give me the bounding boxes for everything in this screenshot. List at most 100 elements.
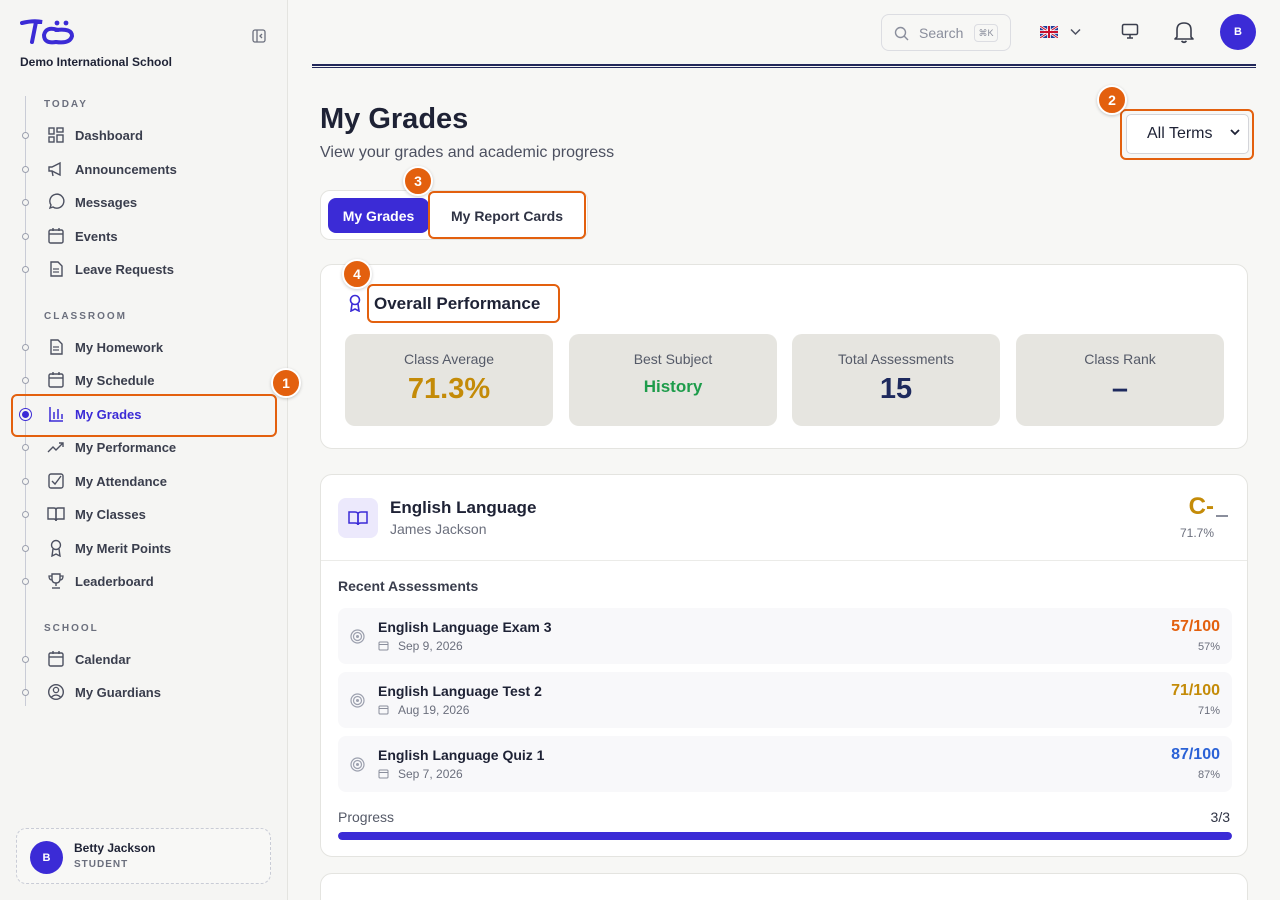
sidebar-item-label: Leaderboard xyxy=(75,573,154,589)
page-subtitle: View your grades and academic progress xyxy=(320,144,615,161)
calendar-icon xyxy=(378,641,389,651)
assessment-date: Aug 19, 2026 xyxy=(398,703,470,717)
sidebar: Demo International School TODAY Dashboar… xyxy=(0,0,288,900)
sidebar-item-label: My Attendance xyxy=(75,473,167,489)
sidebar-item-label: Events xyxy=(75,228,118,244)
search-placeholder: Search xyxy=(919,25,964,41)
chevron-down-icon xyxy=(1070,28,1081,36)
subject-name: English Language xyxy=(390,498,537,517)
sidebar-item-label: Announcements xyxy=(75,161,177,177)
document-icon xyxy=(50,261,63,277)
sidebar-item-label: Dashboard xyxy=(75,127,143,143)
page-title: My Grades xyxy=(320,103,469,135)
uk-flag-icon xyxy=(1040,26,1058,38)
assessment-row[interactable]: English Language Test 2 Aug 19, 2026 71/… xyxy=(338,672,1232,728)
user-name: Betty Jackson xyxy=(74,841,156,855)
sidebar-item-dashboard[interactable]: Dashboard xyxy=(0,120,288,150)
search-box[interactable]: Search ⌘K xyxy=(881,14,1011,51)
assessment-percent: 87% xyxy=(1197,769,1220,781)
collapse-icon[interactable] xyxy=(1216,515,1228,517)
recent-assessments-title: Recent Assessments xyxy=(338,578,479,594)
message-icon xyxy=(48,193,65,210)
assessment-row[interactable]: English Language Quiz 1 Sep 7, 2026 87/1… xyxy=(338,736,1232,792)
section-title-today: TODAY xyxy=(44,99,88,110)
sidebar-item-label: My Classes xyxy=(75,506,146,522)
user-profile-card[interactable]: B Betty Jackson STUDENT xyxy=(16,828,271,884)
school-logo[interactable] xyxy=(20,18,75,51)
nav-dot xyxy=(22,510,29,518)
stat-class-rank: Class Rank – xyxy=(1016,334,1224,426)
progress-fill xyxy=(338,832,1232,840)
sidebar-item-calendar[interactable]: Calendar xyxy=(0,644,288,674)
assessment-row[interactable]: English Language Exam 3 Sep 9, 2026 57/1… xyxy=(338,608,1232,664)
nav-dot xyxy=(22,198,29,206)
header-divider xyxy=(312,64,1256,68)
stat-total-assessments: Total Assessments 15 xyxy=(792,334,1000,426)
stat-class-average: Class Average 71.3% xyxy=(345,334,553,426)
nav-dot xyxy=(22,165,29,173)
dashboard-icon xyxy=(48,127,64,143)
stat-value: – xyxy=(1111,373,1129,405)
nav-dot xyxy=(22,376,29,384)
book-open-icon xyxy=(338,498,378,538)
nav-dot xyxy=(22,655,29,663)
target-icon xyxy=(350,629,365,644)
trending-up-icon xyxy=(47,442,64,453)
sidebar-item-leave-requests[interactable]: Leave Requests xyxy=(0,254,288,284)
avatar[interactable]: B xyxy=(1220,14,1256,50)
nav-dot xyxy=(22,131,29,139)
assessment-date: Sep 9, 2026 xyxy=(398,639,463,653)
school-name: Demo International School xyxy=(20,55,173,69)
sidebar-item-label: Calendar xyxy=(75,651,131,667)
nav-dot xyxy=(22,343,29,351)
sidebar-item-my-schedule[interactable]: My Schedule xyxy=(0,365,288,395)
bell-icon[interactable] xyxy=(1173,20,1195,44)
stat-label: Class Average xyxy=(403,351,494,367)
sidebar-item-messages[interactable]: Messages xyxy=(0,187,288,217)
assessment-date: Sep 7, 2026 xyxy=(398,767,463,781)
target-icon xyxy=(350,757,365,772)
stat-value: 71.3% xyxy=(407,373,491,405)
award-icon xyxy=(349,294,361,312)
annotation-marker: 1 xyxy=(271,368,301,398)
nav-dot xyxy=(22,232,29,240)
sidebar-item-my-attendance[interactable]: My Attendance xyxy=(0,466,288,496)
subject-card xyxy=(320,873,1248,900)
sidebar-item-label: My Performance xyxy=(75,439,177,455)
sidebar-item-my-guardians[interactable]: My Guardians xyxy=(0,677,288,707)
user-role: STUDENT xyxy=(74,859,129,870)
progress-label: Progress xyxy=(338,809,395,825)
subject-teacher: James Jackson xyxy=(390,521,487,537)
nav-dot xyxy=(22,443,29,451)
sidebar-item-my-merit-points[interactable]: My Merit Points xyxy=(0,533,288,563)
sidebar-item-events[interactable]: Events xyxy=(0,221,288,251)
megaphone-icon xyxy=(48,161,61,177)
nav-dot xyxy=(22,577,29,585)
annotation-marker: 2 xyxy=(1097,85,1127,115)
annotation-marker: 4 xyxy=(342,259,372,289)
calendar-icon xyxy=(378,705,389,715)
nav-dot xyxy=(22,544,29,552)
monitor-icon[interactable] xyxy=(1121,23,1139,40)
sidebar-collapse-icon[interactable] xyxy=(251,28,267,44)
sidebar-item-label: My Homework xyxy=(75,339,164,355)
sidebar-item-leaderboard[interactable]: Leaderboard xyxy=(0,566,288,596)
stat-label: Best Subject xyxy=(633,351,713,367)
sidebar-item-my-classes[interactable]: My Classes xyxy=(0,499,288,529)
progress-bar xyxy=(338,832,1232,840)
stat-label: Total Assessments xyxy=(838,351,954,367)
search-icon xyxy=(894,26,909,41)
search-shortcut: ⌘K xyxy=(974,24,998,42)
stat-best-subject: Best Subject History xyxy=(569,334,777,426)
assessment-score: 71/100 xyxy=(1171,682,1220,699)
assessment-name: English Language Quiz 1 xyxy=(378,747,545,763)
schedule-icon xyxy=(48,372,64,388)
assessment-score: 57/100 xyxy=(1171,618,1220,635)
stat-value: History xyxy=(643,377,703,396)
sidebar-item-announcements[interactable]: Announcements xyxy=(0,154,288,184)
trophy-icon xyxy=(48,573,64,589)
section-title-school: SCHOOL xyxy=(44,623,99,634)
tab-my-grades[interactable]: My Grades xyxy=(328,198,429,233)
language-selector[interactable] xyxy=(1036,18,1088,46)
sidebar-item-my-homework[interactable]: My Homework xyxy=(0,332,288,362)
